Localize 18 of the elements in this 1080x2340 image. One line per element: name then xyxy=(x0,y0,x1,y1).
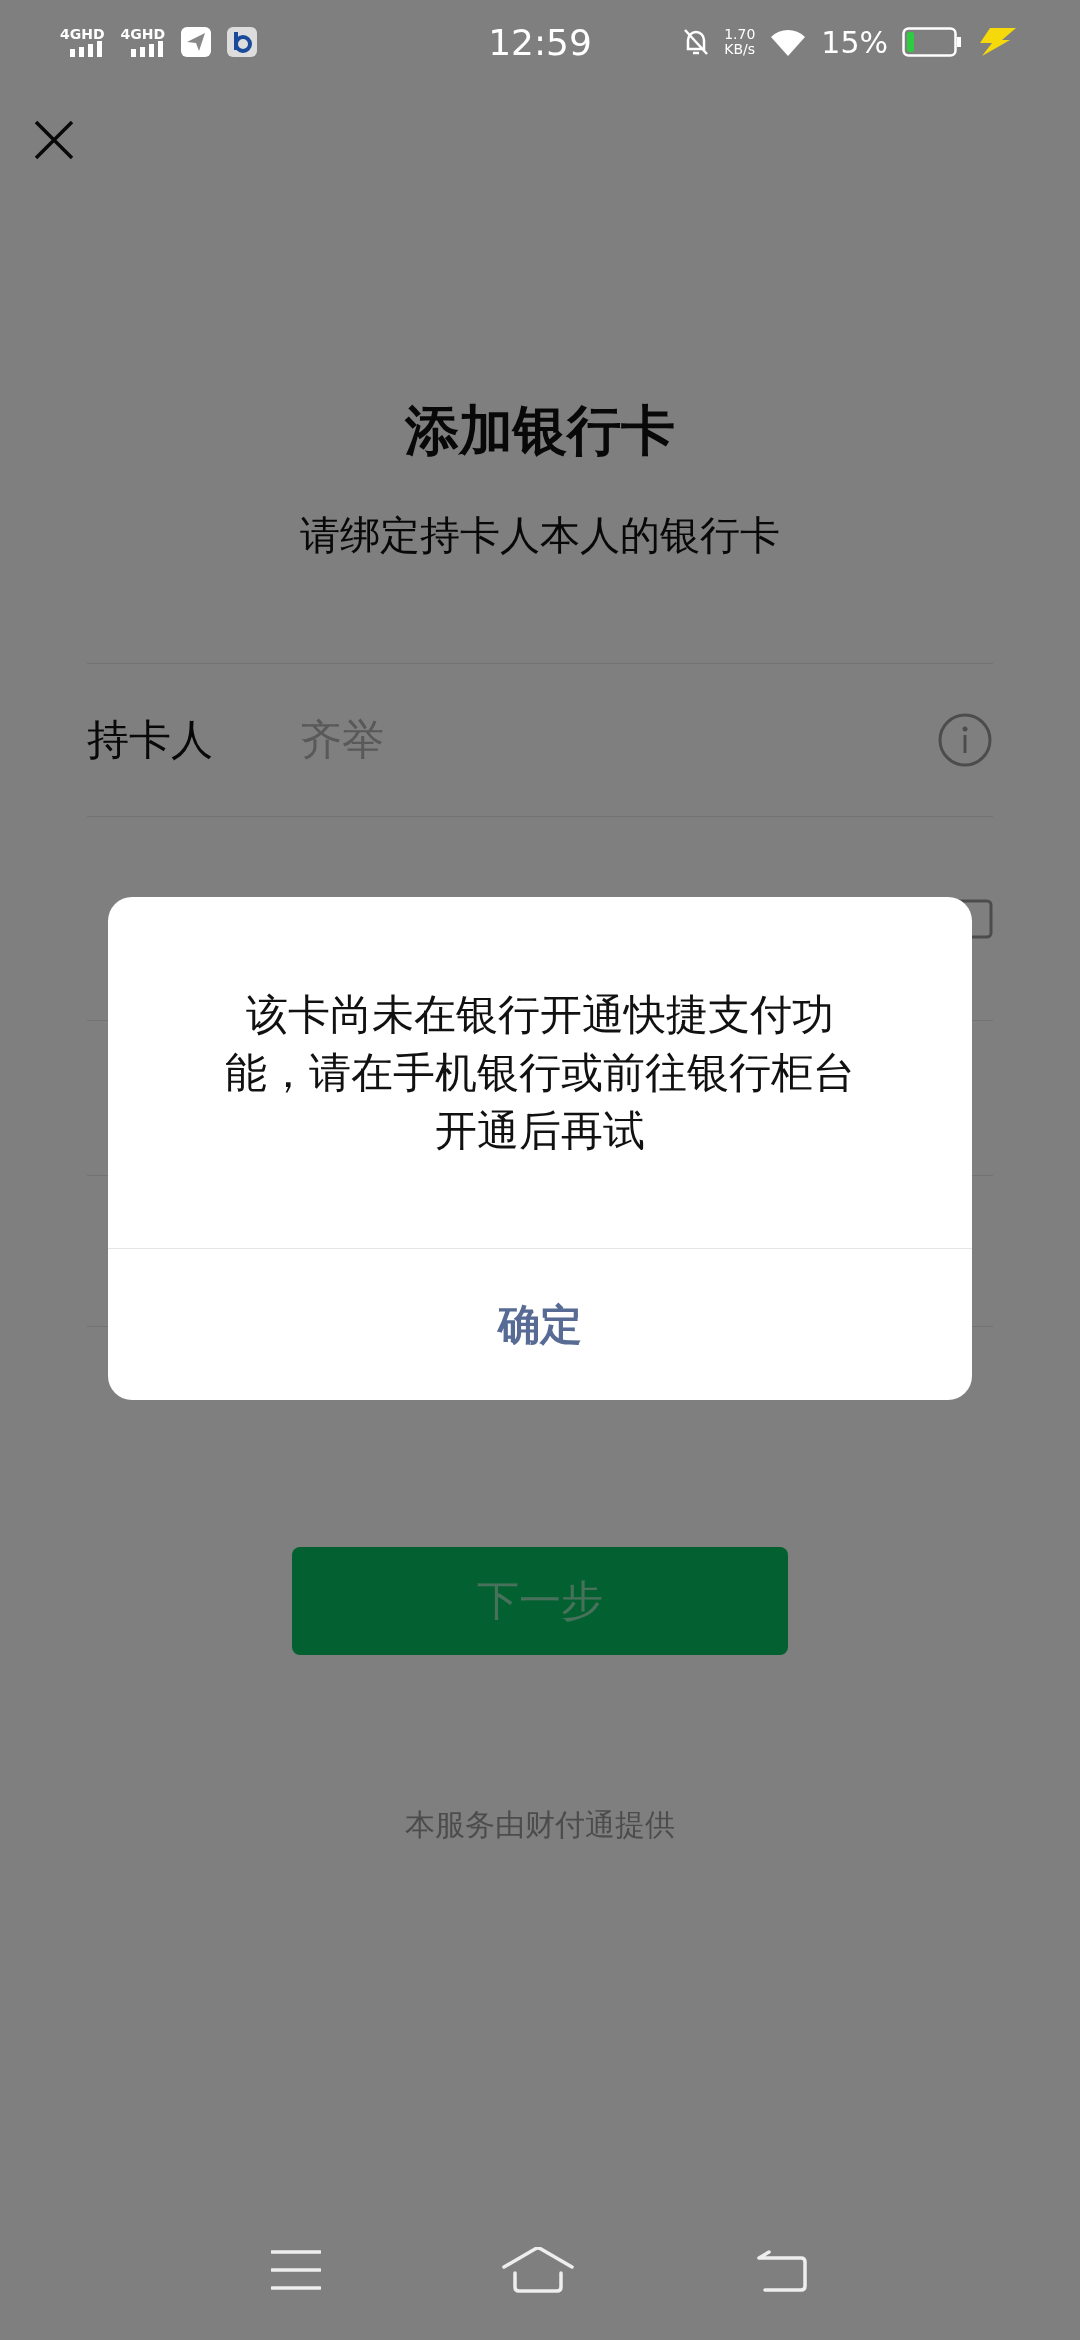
close-icon[interactable] xyxy=(34,120,74,160)
back-icon[interactable] xyxy=(755,2248,810,2292)
field-label: 持卡人 xyxy=(87,714,214,766)
page-title: 添加银行卡 xyxy=(403,398,676,464)
dialog-message: 该卡尚未在银行开通快捷支付功能，请在手机银行或前往银行柜台开通后再试 xyxy=(224,988,856,1157)
info-icon[interactable] xyxy=(937,712,993,768)
bell-off-icon xyxy=(682,27,711,57)
network-speed: 1.70 KB/s xyxy=(724,27,756,57)
home-icon[interactable] xyxy=(502,2247,574,2293)
battery-percent: 15% xyxy=(821,24,888,60)
clock: 12:59 xyxy=(488,21,592,63)
menu-icon[interactable] xyxy=(270,2250,321,2290)
app-icon xyxy=(227,27,258,57)
wifi-icon xyxy=(769,28,808,56)
battery-icon xyxy=(902,27,962,57)
send-icon xyxy=(181,27,212,57)
page-subtitle: 请绑定持卡人本人的银行卡 xyxy=(299,511,781,560)
confirm-button[interactable]: 确定 xyxy=(108,1248,972,1400)
